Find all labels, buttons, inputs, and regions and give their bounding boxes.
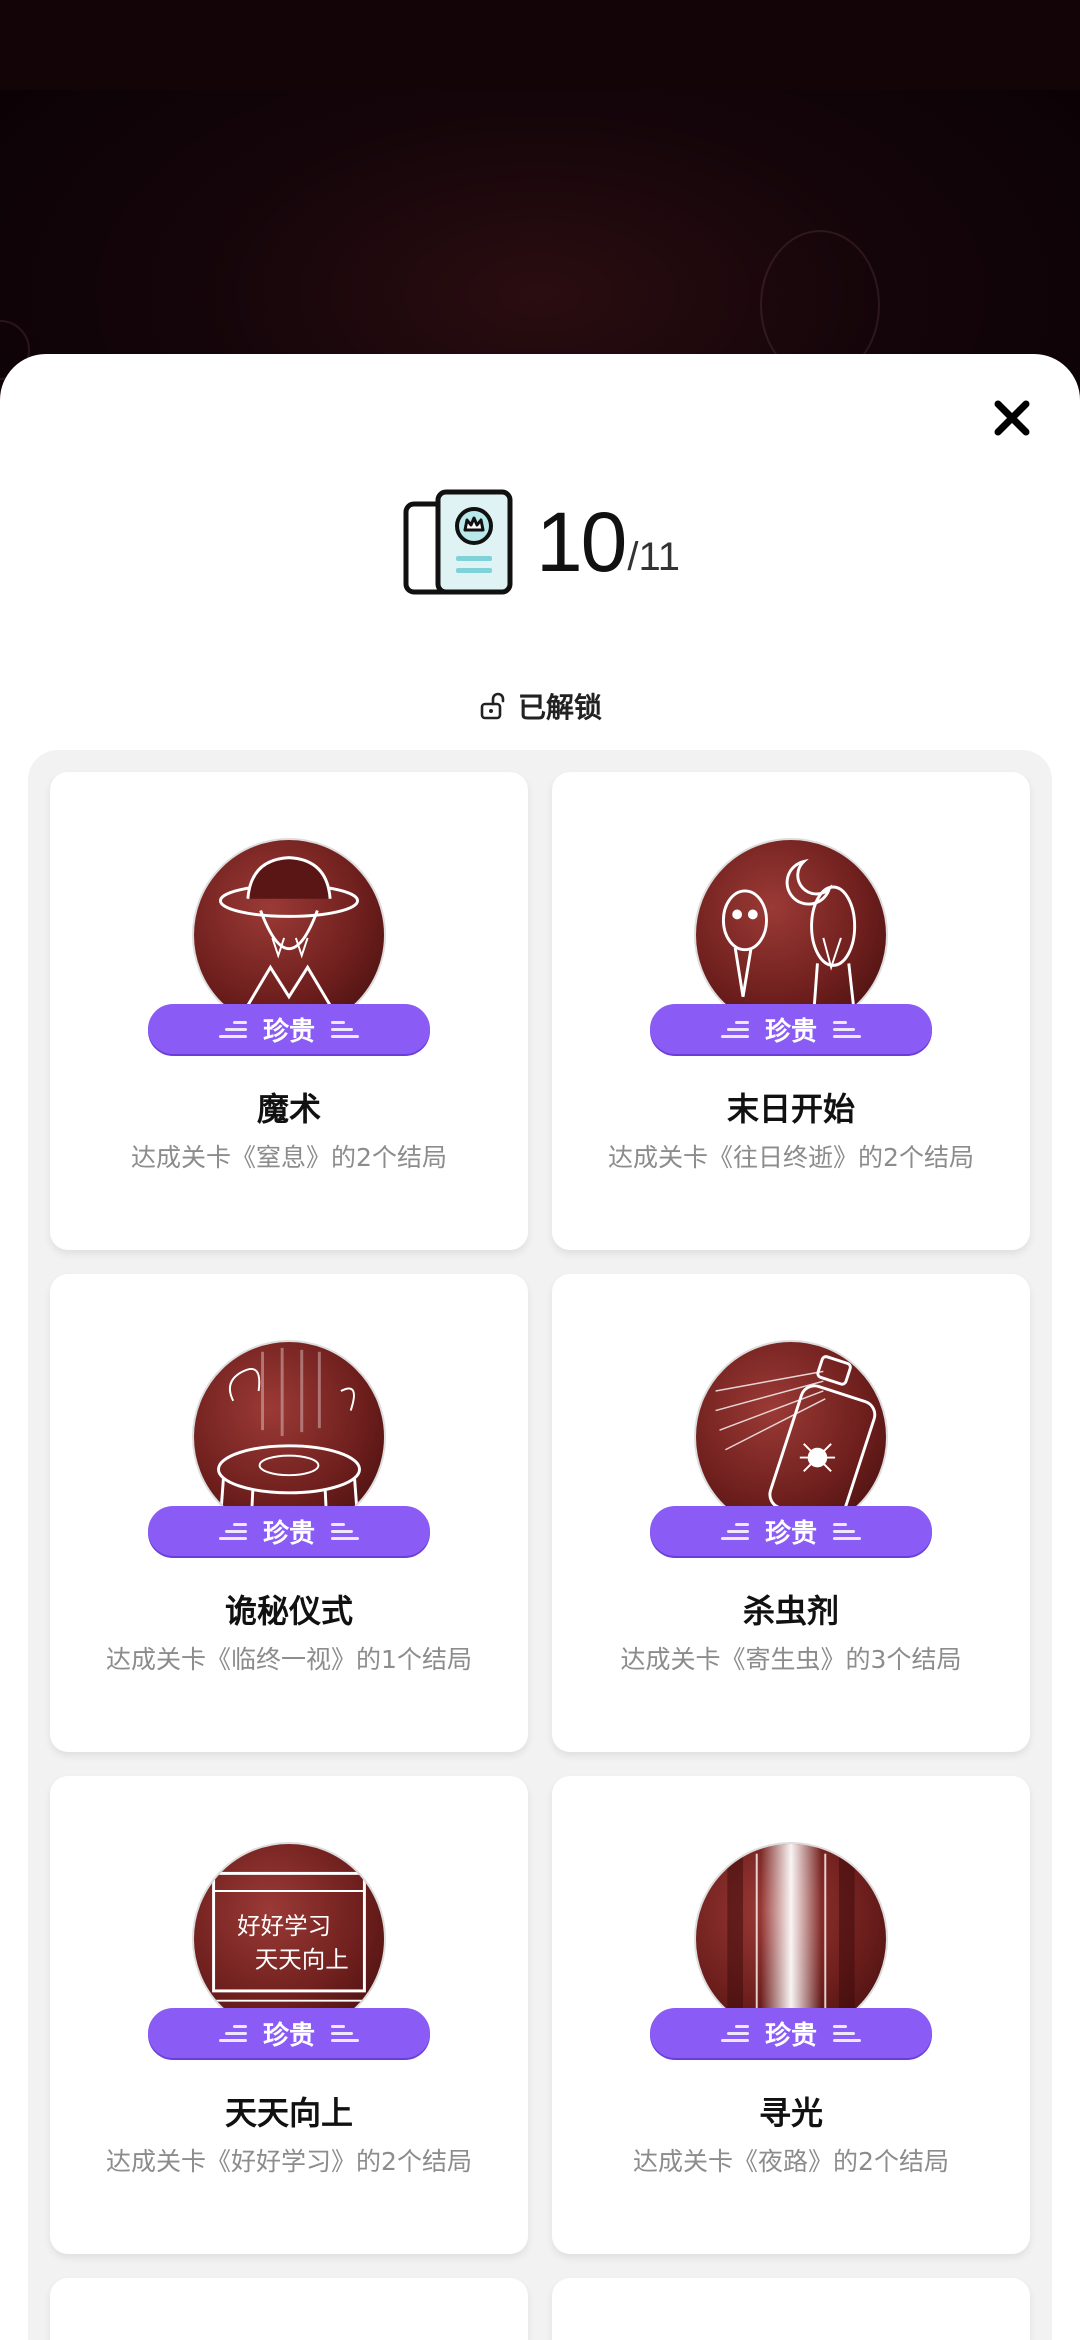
card-description: 达成关卡《夜路》的2个结局 xyxy=(633,2147,949,2176)
collection-card[interactable]: 珍贵 寻光 达成关卡《夜路》的2个结局 xyxy=(552,1776,1030,2254)
badge-stripes-left xyxy=(720,2024,749,2042)
badge-stripes-left xyxy=(218,1522,247,1540)
collection-counter: 10 /11 xyxy=(0,482,1080,602)
card-art-hat-figure xyxy=(192,838,386,1032)
badge-stripes-left xyxy=(720,1020,749,1038)
close-button[interactable] xyxy=(984,390,1040,446)
badge-stripes-left xyxy=(218,2024,247,2042)
unlocked-filter-label: 已解锁 xyxy=(517,691,602,724)
card-art-moon-ghosts xyxy=(694,838,888,1032)
badge-stripes-right xyxy=(833,2024,861,2042)
rarity-label: 珍贵 xyxy=(764,1016,817,1047)
rarity-label: 珍贵 xyxy=(262,1518,315,1549)
card-title: 天天向上 xyxy=(224,2094,353,2132)
rarity-badge: 珍贵 xyxy=(148,1506,430,1556)
card-description: 达成关卡《好好学习》的2个结局 xyxy=(106,2147,472,2176)
rarity-badge: 珍贵 xyxy=(650,1506,932,1556)
badge-stripes-left xyxy=(218,1020,247,1038)
card-art-ritual-table xyxy=(192,1340,386,1534)
collection-card[interactable]: 好好学习 天天向上 珍贵 天天向上 达成关卡《好好学习》的2个结局 xyxy=(50,1776,528,2254)
collection-card[interactable]: 珍贵 末日开始 达成关卡《往日终逝》的2个结局 xyxy=(552,772,1030,1250)
close-icon xyxy=(994,400,1030,436)
badge-stripes-left xyxy=(720,1522,749,1540)
blackboard-text-line1: 好好学习 xyxy=(237,1912,331,1940)
card-art-blackboard: 好好学习 天天向上 xyxy=(192,1842,386,2036)
collection-sheet: 10 /11 已解锁 珍贵 魔术 达成关卡《窒息》的2个结局 珍贵 末日开始 达… xyxy=(0,354,1080,2340)
collection-card[interactable] xyxy=(552,2278,1030,2340)
rarity-label: 珍贵 xyxy=(764,2020,817,2051)
badge-stripes-right xyxy=(833,1522,861,1540)
rarity-label: 珍贵 xyxy=(764,1518,817,1549)
rarity-badge: 珍贵 xyxy=(650,2008,932,2058)
total-count: /11 xyxy=(627,535,681,579)
card-description: 达成关卡《寄生虫》的3个结局 xyxy=(620,1645,962,1674)
card-art-spray-can xyxy=(694,1340,888,1534)
collection-card[interactable] xyxy=(50,2278,528,2340)
collection-card[interactable]: 珍贵 诡秘仪式 达成关卡《临终一视》的1个结局 xyxy=(50,1274,528,1752)
card-title: 魔术 xyxy=(256,1090,321,1128)
card-title: 诡秘仪式 xyxy=(224,1592,353,1630)
badge-stripes-right xyxy=(331,2024,359,2042)
badge-stripes-right xyxy=(331,1020,359,1038)
rarity-badge: 珍贵 xyxy=(148,2008,430,2058)
rarity-label: 珍贵 xyxy=(262,2020,315,2051)
card-art-light-beam xyxy=(694,1842,888,2036)
rarity-badge: 珍贵 xyxy=(148,1004,430,1054)
card-collection-icon xyxy=(403,489,513,595)
card-title: 杀虫剂 xyxy=(742,1592,839,1630)
top-band xyxy=(0,0,1080,90)
unlock-icon xyxy=(480,692,505,720)
unlocked-count: 10 xyxy=(535,495,627,589)
unlocked-filter[interactable]: 已解锁 xyxy=(0,686,1080,726)
collection-card[interactable]: 珍贵 杀虫剂 达成关卡《寄生虫》的3个结局 xyxy=(552,1274,1030,1752)
badge-stripes-right xyxy=(833,1020,861,1038)
card-description: 达成关卡《窒息》的2个结局 xyxy=(131,1143,447,1172)
blackboard-text-line2: 天天向上 xyxy=(255,1945,349,1973)
rarity-label: 珍贵 xyxy=(262,1016,315,1047)
card-grid-panel: 珍贵 魔术 达成关卡《窒息》的2个结局 珍贵 末日开始 达成关卡《往日终逝》的2… xyxy=(28,750,1052,2340)
rarity-badge: 珍贵 xyxy=(650,1004,932,1054)
badge-stripes-right xyxy=(331,1522,359,1540)
card-title: 末日开始 xyxy=(726,1090,855,1128)
card-description: 达成关卡《往日终逝》的2个结局 xyxy=(608,1143,974,1172)
card-description: 达成关卡《临终一视》的1个结局 xyxy=(106,1645,472,1674)
card-title: 寻光 xyxy=(758,2094,823,2132)
collection-card[interactable]: 珍贵 魔术 达成关卡《窒息》的2个结局 xyxy=(50,772,528,1250)
